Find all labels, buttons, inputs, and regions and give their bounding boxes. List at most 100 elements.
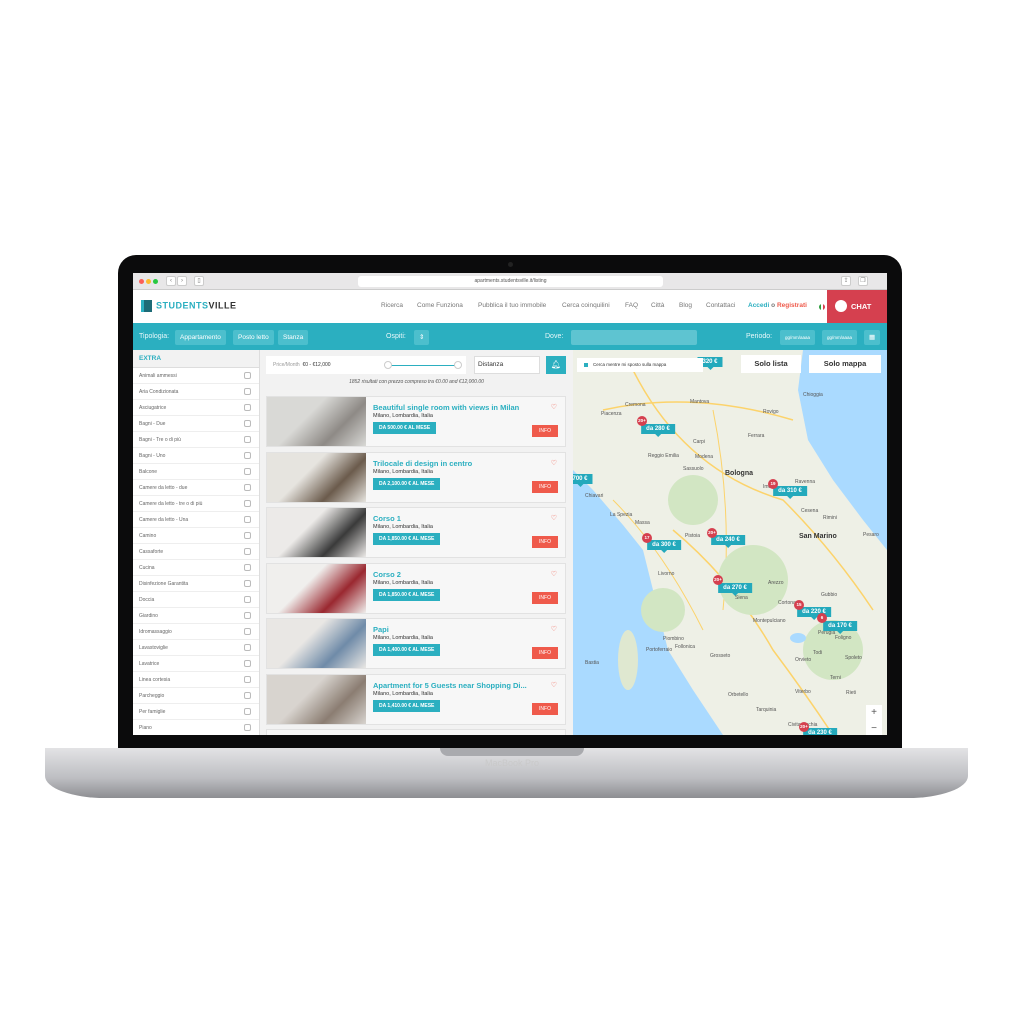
calendar-icon[interactable]: ▦ xyxy=(864,330,881,345)
extra-filter-item[interactable]: Parcheggio xyxy=(133,688,259,704)
map-price-marker[interactable]: da 300 € xyxy=(647,540,681,553)
extra-filter-item[interactable]: Balcone xyxy=(133,464,259,480)
extra-filter-item[interactable]: Per famiglie xyxy=(133,704,259,720)
map-cluster-badge[interactable]: 17 xyxy=(642,533,652,543)
back-icon[interactable]: ‹ xyxy=(166,276,176,286)
sort-select[interactable]: Distanza xyxy=(474,356,540,374)
register-link[interactable]: Registrati xyxy=(777,302,807,309)
checkbox[interactable] xyxy=(244,708,251,715)
heart-icon[interactable]: ♡ xyxy=(551,459,557,467)
listing-title[interactable]: Trilocale di design in centro xyxy=(373,459,472,468)
heart-icon[interactable]: ♡ xyxy=(551,570,557,578)
heart-icon[interactable]: ♡ xyxy=(551,403,557,411)
tabs-icon[interactable]: ❐ xyxy=(858,276,868,286)
nav-citta[interactable]: Città xyxy=(651,302,664,309)
listing-card[interactable] xyxy=(266,729,566,735)
extra-filter-item[interactable]: Idromassaggio xyxy=(133,624,259,640)
extra-filter-item[interactable]: Camere da letto - due xyxy=(133,480,259,496)
checkbox[interactable] xyxy=(244,468,251,475)
zoom-in-button[interactable]: + xyxy=(866,705,882,721)
listing-title[interactable]: Apartment for 5 Guests near Shopping Di.… xyxy=(373,681,527,690)
price-slider-min-handle[interactable] xyxy=(384,361,392,369)
extra-filter-item[interactable]: Animali ammessi xyxy=(133,368,259,384)
map-cluster-badge[interactable]: 19 xyxy=(768,479,778,489)
login-link[interactable]: Accedi xyxy=(748,302,769,309)
location-select[interactable] xyxy=(571,330,697,345)
checkbox[interactable] xyxy=(244,484,251,491)
extra-filter-item[interactable]: Cassaforte xyxy=(133,544,259,560)
type-stanza[interactable]: Stanza xyxy=(278,330,309,345)
info-button[interactable]: INFO xyxy=(532,647,558,659)
address-bar[interactable]: apartments.studentsville.it/listing xyxy=(358,276,663,287)
share-icon[interactable]: ⇪ xyxy=(841,276,851,286)
checkbox-icon[interactable] xyxy=(584,363,588,367)
listing-title[interactable]: Beautiful single room with views in Mila… xyxy=(373,403,519,412)
listing-title[interactable]: Corso 2 xyxy=(373,570,401,579)
listing-photo[interactable] xyxy=(267,397,366,446)
extra-filter-item[interactable]: Bagni - Due xyxy=(133,416,259,432)
nav-ricerca[interactable]: Ricerca xyxy=(381,302,403,309)
map-price-marker[interactable]: da 310 € xyxy=(773,486,807,499)
extra-filter-item[interactable]: Asciugatrice xyxy=(133,400,259,416)
listing-card[interactable]: Beautiful single room with views in Mila… xyxy=(266,396,566,447)
checkbox[interactable] xyxy=(244,420,251,427)
listing-card[interactable]: Papi ♡ Milano, Lombardia, Italia DA 1,40… xyxy=(266,618,566,669)
listing-card[interactable]: Corso 1 ♡ Milano, Lombardia, Italia DA 1… xyxy=(266,507,566,558)
checkbox[interactable] xyxy=(244,596,251,603)
info-button[interactable]: INFO xyxy=(532,702,558,715)
type-posto-letto[interactable]: Posto letto xyxy=(233,330,274,345)
extra-filter-item[interactable]: Doccia xyxy=(133,592,259,608)
checkbox[interactable] xyxy=(244,452,251,459)
heart-icon[interactable]: ♡ xyxy=(551,625,557,633)
checkbox[interactable] xyxy=(244,404,251,411)
map-price-marker[interactable]: da 270 € xyxy=(718,583,752,596)
map-cluster-badge[interactable]: 20+ xyxy=(713,575,723,585)
map-cluster-badge[interactable]: 6 xyxy=(817,613,827,623)
map-price-marker[interactable]: da 170 € xyxy=(823,621,857,634)
listing-photo[interactable] xyxy=(267,674,366,724)
date-to-input[interactable]: gg/mm/aaaa xyxy=(822,330,858,345)
sidebar-icon[interactable]: ▯ xyxy=(194,276,204,286)
guests-stepper[interactable]: ⇕ xyxy=(414,330,429,345)
date-from-input[interactable]: gg/mm/aaaa xyxy=(780,330,816,345)
info-button[interactable]: INFO xyxy=(532,591,558,604)
only-list-button[interactable]: Solo lista xyxy=(741,355,801,373)
extra-filter-item[interactable]: Aria Condizionata xyxy=(133,384,259,400)
map-cluster-badge[interactable]: 20+ xyxy=(799,722,809,732)
listing-card[interactable]: Corso 2 ♡ Milano, Lombardia, Italia DA 1… xyxy=(266,562,566,614)
checkbox[interactable] xyxy=(244,580,251,587)
checkbox[interactable] xyxy=(244,564,251,571)
info-button[interactable]: INFO xyxy=(532,536,558,548)
listing-photo[interactable] xyxy=(267,508,366,557)
extra-filter-item[interactable]: Piano xyxy=(133,720,259,735)
info-button[interactable]: INFO xyxy=(532,425,558,437)
checkbox[interactable] xyxy=(244,532,251,539)
map-price-marker[interactable]: 700 € xyxy=(573,474,593,487)
nav-cerca-coinquilini[interactable]: Cerca coinquilini xyxy=(562,302,610,309)
checkbox[interactable] xyxy=(244,516,251,523)
map-price-marker[interactable]: da 280 € xyxy=(641,424,675,437)
checkbox[interactable] xyxy=(244,644,251,651)
checkbox[interactable] xyxy=(244,436,251,443)
extra-filter-item[interactable]: Camino xyxy=(133,528,259,544)
checkbox[interactable] xyxy=(244,612,251,619)
extra-filter-item[interactable]: Lavastoviglie xyxy=(133,640,259,656)
checkbox[interactable] xyxy=(244,628,251,635)
listing-title[interactable]: Papi xyxy=(373,625,389,634)
heart-icon[interactable]: ♡ xyxy=(551,514,557,522)
checkbox[interactable] xyxy=(244,724,251,731)
price-slider-max-handle[interactable] xyxy=(454,361,462,369)
map-cluster-badge[interactable]: 20+ xyxy=(707,528,717,538)
checkbox[interactable] xyxy=(244,660,251,667)
listing-photo[interactable] xyxy=(267,619,366,668)
listing-card[interactable]: Apartment for 5 Guests near Shopping Di.… xyxy=(266,673,566,725)
nav-pubblica[interactable]: Pubblica il tuo immobile xyxy=(478,302,546,309)
extra-filter-item[interactable]: Camere da letto - tre o di più xyxy=(133,496,259,512)
extra-filter-item[interactable]: Giardino xyxy=(133,608,259,624)
listing-card[interactable]: Trilocale di design in centro ♡ Milano, … xyxy=(266,451,566,503)
nav-come-funziona[interactable]: Come Funziona xyxy=(417,302,463,309)
nav-blog[interactable]: Blog xyxy=(679,302,692,309)
map-price-marker[interactable]: da 240 € xyxy=(711,535,745,548)
extra-filter-item[interactable]: Disinfezione Garantita xyxy=(133,576,259,592)
type-appartamento[interactable]: Appartamento xyxy=(175,330,226,345)
